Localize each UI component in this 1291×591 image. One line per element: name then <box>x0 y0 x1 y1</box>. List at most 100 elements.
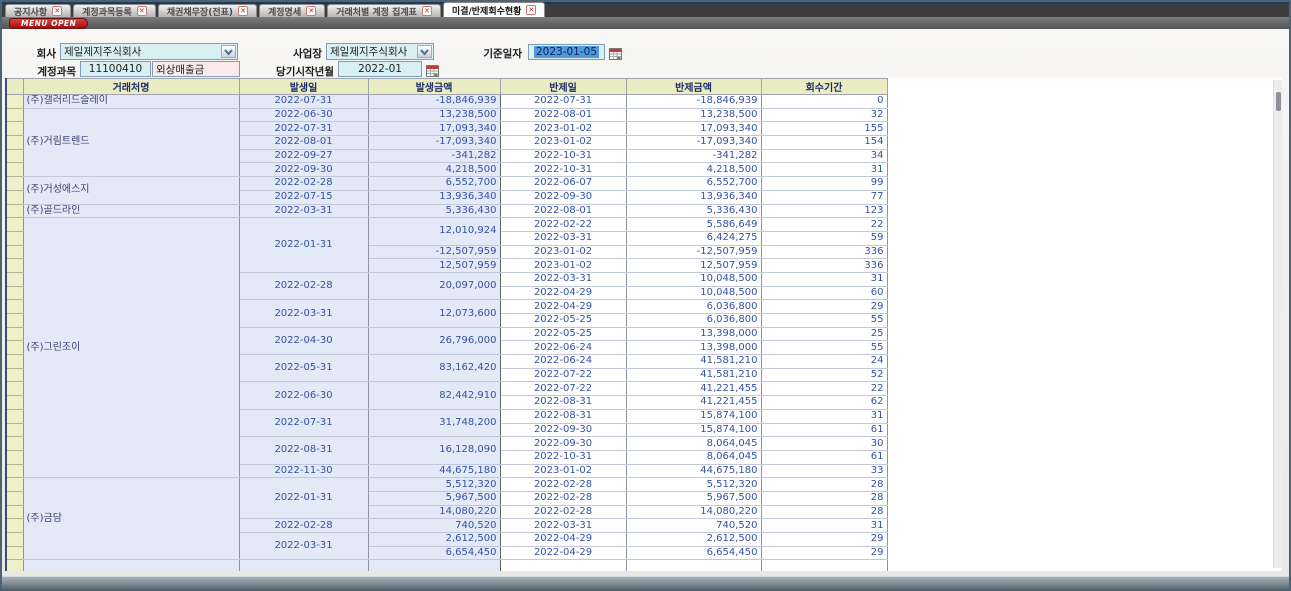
repayment-amount-cell[interactable] <box>626 560 761 571</box>
repayment-amount-cell[interactable]: 13,936,340 <box>626 190 761 204</box>
occurrence-amount-cell[interactable]: 13,238,500 <box>368 108 500 122</box>
repayment-amount-cell[interactable]: 13,398,000 <box>626 341 761 355</box>
occurrence-amount-cell[interactable]: -17,093,340 <box>368 136 500 150</box>
row-header-cell[interactable] <box>6 478 23 492</box>
occurrence-amount-cell[interactable]: 5,967,500 <box>368 491 500 505</box>
table-row[interactable] <box>6 560 887 571</box>
table-row[interactable]: (주)거성에스지2022-02-286,552,7002022-06-076,5… <box>6 177 887 191</box>
occurrence-amount-cell[interactable]: -12,507,959 <box>368 245 500 259</box>
collection-period-cell[interactable]: 22 <box>761 382 887 396</box>
repayment-amount-cell[interactable]: 6,036,800 <box>626 300 761 314</box>
repayment-date-cell[interactable]: 2022-03-31 <box>500 519 626 533</box>
customer-name-cell[interactable]: (주)갤러리드슬레이 <box>23 95 239 109</box>
repayment-date-cell[interactable]: 2022-09-30 <box>500 437 626 451</box>
occurrence-amount-cell[interactable]: 31,748,200 <box>368 409 500 436</box>
repayment-amount-cell[interactable]: 6,654,450 <box>626 546 761 560</box>
row-header-cell[interactable] <box>6 341 23 355</box>
collection-period-cell[interactable]: 61 <box>761 450 887 464</box>
table-row[interactable]: (주)거림트렌드2022-06-3013,238,5002022-08-0113… <box>6 108 887 122</box>
repayment-date-cell[interactable]: 2022-09-30 <box>500 423 626 437</box>
repayment-date-cell[interactable]: 2022-05-25 <box>500 327 626 341</box>
occurrence-date-cell[interactable]: 2022-03-31 <box>239 533 368 560</box>
occurrence-amount-cell[interactable]: 16,128,090 <box>368 437 500 464</box>
collection-period-cell[interactable]: 59 <box>761 231 887 245</box>
row-header-cell[interactable] <box>6 300 23 314</box>
tab-close-icon[interactable]: ✕ <box>306 6 316 16</box>
repayment-date-cell[interactable]: 2022-08-31 <box>500 396 626 410</box>
repayment-amount-cell[interactable]: 13,398,000 <box>626 327 761 341</box>
row-header-cell[interactable] <box>6 560 23 571</box>
occurrence-amount-cell[interactable]: 5,336,430 <box>368 204 500 218</box>
company-select[interactable]: 제일제지주식회사 <box>60 43 238 60</box>
occurrence-amount-cell[interactable]: 12,073,600 <box>368 300 500 327</box>
repayment-amount-cell[interactable]: 740,520 <box>626 519 761 533</box>
occurrence-date-cell[interactable]: 2022-04-30 <box>239 327 368 354</box>
occurrence-date-cell[interactable]: 2022-08-01 <box>239 136 368 150</box>
collection-period-cell[interactable]: 31 <box>761 272 887 286</box>
repayment-date-cell[interactable]: 2022-03-31 <box>500 231 626 245</box>
occurrence-date-cell[interactable] <box>239 560 368 571</box>
row-header-cell[interactable] <box>6 382 23 396</box>
row-header-cell[interactable] <box>6 245 23 259</box>
collection-period-cell[interactable]: 30 <box>761 437 887 451</box>
repayment-date-cell[interactable]: 2022-02-28 <box>500 491 626 505</box>
collection-period-cell[interactable]: 62 <box>761 396 887 410</box>
collection-period-cell[interactable]: 123 <box>761 204 887 218</box>
occurrence-date-cell[interactable]: 2022-07-31 <box>239 409 368 436</box>
tab-2[interactable]: 계정과목등록✕ <box>73 4 156 17</box>
scrollbar-thumb[interactable] <box>1276 92 1281 111</box>
collection-period-cell[interactable]: 31 <box>761 409 887 423</box>
repayment-date-cell[interactable]: 2023-01-02 <box>500 136 626 150</box>
repayment-amount-cell[interactable]: 41,221,455 <box>626 382 761 396</box>
col-header-customer[interactable]: 거래처명 <box>23 79 239 95</box>
collection-period-cell[interactable]: 24 <box>761 355 887 369</box>
repayment-amount-cell[interactable]: 8,064,045 <box>626 437 761 451</box>
collection-period-cell[interactable]: 336 <box>761 245 887 259</box>
row-header-cell[interactable] <box>6 286 23 300</box>
repayment-amount-cell[interactable]: 8,064,045 <box>626 450 761 464</box>
row-header-cell[interactable] <box>6 95 23 109</box>
repayment-date-cell[interactable]: 2022-10-31 <box>500 163 626 177</box>
customer-name-cell[interactable]: (주)그린조이 <box>23 218 239 478</box>
repayment-amount-cell[interactable]: 2,612,500 <box>626 533 761 547</box>
occurrence-amount-cell[interactable]: 12,507,959 <box>368 259 500 273</box>
repayment-date-cell[interactable]: 2022-07-31 <box>500 95 626 109</box>
occurrence-amount-cell[interactable]: 82,442,910 <box>368 382 500 409</box>
row-header-cell[interactable] <box>6 546 23 560</box>
row-header-cell[interactable] <box>6 108 23 122</box>
occurrence-amount-cell[interactable]: 26,796,000 <box>368 327 500 354</box>
collection-period-cell[interactable]: 33 <box>761 464 887 478</box>
occurrence-amount-cell[interactable]: 13,936,340 <box>368 190 500 204</box>
repayment-date-cell[interactable]: 2022-09-30 <box>500 190 626 204</box>
period-start-input[interactable]: 2022-01 <box>338 61 422 77</box>
repayment-date-cell[interactable]: 2023-01-02 <box>500 122 626 136</box>
occurrence-date-cell[interactable]: 2022-02-28 <box>239 177 368 191</box>
repayment-date-cell[interactable]: 2022-04-29 <box>500 300 626 314</box>
row-header-cell[interactable] <box>6 259 23 273</box>
repayment-amount-cell[interactable]: -17,093,340 <box>626 136 761 150</box>
collection-period-cell[interactable]: 31 <box>761 519 887 533</box>
repayment-date-cell[interactable]: 2023-01-02 <box>500 245 626 259</box>
collection-period-cell[interactable]: 61 <box>761 423 887 437</box>
collection-period-cell[interactable]: 34 <box>761 149 887 163</box>
occurrence-amount-cell[interactable]: -341,282 <box>368 149 500 163</box>
repayment-date-cell[interactable]: 2023-01-02 <box>500 464 626 478</box>
repayment-date-cell[interactable]: 2022-06-24 <box>500 341 626 355</box>
collection-period-cell[interactable]: 28 <box>761 478 887 492</box>
repayment-date-cell[interactable] <box>500 560 626 571</box>
collection-period-cell[interactable]: 29 <box>761 300 887 314</box>
row-header-cell[interactable] <box>6 327 23 341</box>
occurrence-amount-cell[interactable]: 4,218,500 <box>368 163 500 177</box>
table-row[interactable]: (주)그린조이2022-01-3112,010,9242022-02-225,5… <box>6 218 887 232</box>
repayment-date-cell[interactable]: 2022-02-28 <box>500 505 626 519</box>
row-header-cell[interactable] <box>6 519 23 533</box>
occurrence-amount-cell[interactable]: 14,080,220 <box>368 505 500 519</box>
account-name-input[interactable]: 외상매출금 <box>152 61 240 77</box>
calendar-icon[interactable] <box>609 45 623 59</box>
site-select[interactable]: 제일제지주식회사 <box>326 43 434 60</box>
occurrence-date-cell[interactable]: 2022-07-15 <box>239 190 368 204</box>
repayment-date-cell[interactable]: 2022-02-22 <box>500 218 626 232</box>
repayment-amount-cell[interactable]: 14,080,220 <box>626 505 761 519</box>
occurrence-date-cell[interactable]: 2022-07-31 <box>239 95 368 109</box>
repayment-amount-cell[interactable]: 5,336,430 <box>626 204 761 218</box>
